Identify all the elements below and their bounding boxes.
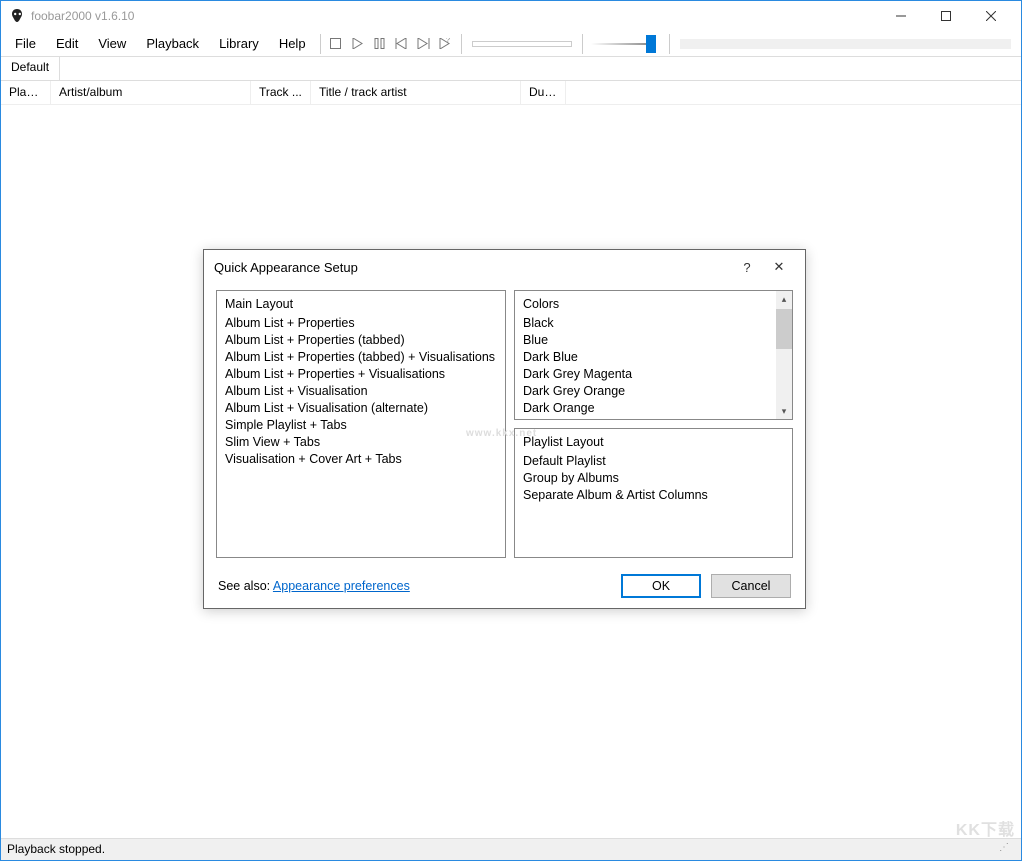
close-button[interactable] — [968, 1, 1013, 31]
ok-button[interactable]: OK — [621, 574, 701, 598]
col-track[interactable]: Track ... — [251, 81, 311, 104]
main-layout-panel: Main Layout Album List + Properties Albu… — [216, 290, 506, 558]
playlist-tabs: Default — [1, 57, 1021, 81]
list-item[interactable]: Dark Blue — [523, 350, 784, 364]
play-icon[interactable] — [348, 34, 368, 54]
scroll-up-icon[interactable]: ▴ — [776, 291, 792, 307]
title-bar: foobar2000 v1.6.10 — [1, 1, 1021, 31]
list-item[interactable]: Dark Orange — [523, 401, 784, 415]
app-icon — [9, 8, 25, 24]
window-title: foobar2000 v1.6.10 — [31, 9, 878, 23]
menu-library[interactable]: Library — [209, 33, 269, 54]
separator — [582, 34, 583, 54]
list-item[interactable]: Album List + Properties (tabbed) — [225, 333, 497, 347]
scroll-down-icon[interactable]: ▾ — [776, 403, 792, 419]
colors-panel: Colors Black Blue Dark Blue Dark Grey Ma… — [514, 290, 793, 420]
list-item[interactable]: Black — [523, 316, 784, 330]
menu-bar: File Edit View Playback Library Help ? — [1, 31, 1021, 57]
dialog-help-button[interactable]: ? — [731, 260, 763, 275]
dialog-footer: See also: Appearance preferences OK Canc… — [204, 564, 805, 608]
col-duration[interactable]: Dura... — [521, 81, 566, 104]
main-layout-heading: Main Layout — [225, 297, 497, 311]
dialog-title: Quick Appearance Setup — [214, 260, 731, 275]
list-item[interactable]: Group by Albums — [523, 471, 784, 485]
separator — [320, 34, 321, 54]
menu-help[interactable]: Help — [269, 33, 316, 54]
col-artist[interactable]: Artist/album — [51, 81, 251, 104]
list-item[interactable]: Album List + Properties (tabbed) + Visua… — [225, 350, 497, 364]
random-icon[interactable]: ? — [436, 34, 456, 54]
menu-file[interactable]: File — [5, 33, 46, 54]
list-item[interactable]: Album List + Visualisation — [225, 384, 497, 398]
dialog-close-button[interactable]: ✕ — [763, 259, 795, 275]
list-item[interactable]: Visualisation + Cover Art + Tabs — [225, 452, 497, 466]
list-item[interactable]: Blue — [523, 333, 784, 347]
see-also-label: See also: — [218, 579, 270, 593]
colors-scrollbar[interactable]: ▴ ▾ — [776, 291, 792, 419]
dialog-titlebar: Quick Appearance Setup ? ✕ — [204, 250, 805, 284]
playlist-layout-heading: Playlist Layout — [523, 435, 784, 449]
volume-slider[interactable] — [591, 34, 661, 54]
menu-edit[interactable]: Edit — [46, 33, 88, 54]
pause-icon[interactable] — [370, 34, 390, 54]
quick-appearance-dialog: Quick Appearance Setup ? ✕ Main Layout A… — [203, 249, 806, 609]
status-bar: Playback stopped. ⋰ — [1, 838, 1021, 860]
menu-playback[interactable]: Playback — [136, 33, 209, 54]
appearance-preferences-link[interactable]: Appearance preferences — [273, 579, 410, 593]
playlist-columns: Playi... Artist/album Track ... Title / … — [1, 81, 1021, 105]
resize-grip-icon[interactable]: ⋰ — [999, 842, 1015, 857]
col-playing[interactable]: Playi... — [1, 81, 51, 104]
list-item[interactable]: Dark Grey Magenta — [523, 367, 784, 381]
minimize-button[interactable] — [878, 1, 923, 31]
list-item[interactable]: Dark Grey Orange — [523, 384, 784, 398]
list-item[interactable]: Album List + Visualisation (alternate) — [225, 401, 497, 415]
prev-icon[interactable] — [392, 34, 412, 54]
menu-view[interactable]: View — [88, 33, 136, 54]
progress-bar[interactable] — [680, 39, 1011, 49]
separator — [669, 34, 670, 54]
list-item[interactable]: Album List + Properties — [225, 316, 497, 330]
tab-default[interactable]: Default — [1, 57, 60, 80]
cancel-button[interactable]: Cancel — [711, 574, 791, 598]
list-item[interactable]: Separate Album & Artist Columns — [523, 488, 784, 502]
status-text: Playback stopped. — [7, 842, 999, 857]
next-icon[interactable] — [414, 34, 434, 54]
col-title[interactable]: Title / track artist — [311, 81, 521, 104]
maximize-button[interactable] — [923, 1, 968, 31]
list-item[interactable]: Album List + Properties + Visualisations — [225, 367, 497, 381]
list-item[interactable]: Simple Playlist + Tabs — [225, 418, 497, 432]
stop-icon[interactable] — [326, 34, 346, 54]
colors-heading: Colors — [523, 297, 784, 311]
svg-text:?: ? — [446, 38, 450, 44]
seek-bar[interactable] — [472, 41, 572, 47]
separator — [461, 34, 462, 54]
list-item[interactable]: Default Playlist — [523, 454, 784, 468]
playlist-layout-panel: Playlist Layout Default Playlist Group b… — [514, 428, 793, 558]
watermark-logo: KK下载 — [956, 816, 1015, 840]
list-item[interactable]: Slim View + Tabs — [225, 435, 497, 449]
